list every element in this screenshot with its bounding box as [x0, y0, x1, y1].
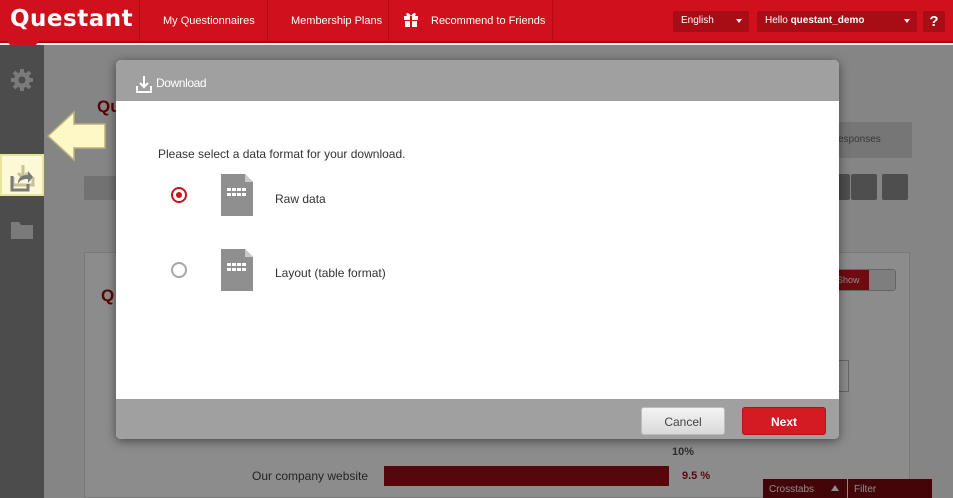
gear-icon[interactable]	[10, 68, 34, 92]
nav-membership-plans[interactable]: Membership Plans	[291, 15, 382, 27]
top-navigation-bar: Questant My Questionnaires Membership Pl…	[0, 0, 953, 50]
dialog-title: Download	[156, 76, 207, 90]
dialog-body: Please select a data format for your dow…	[116, 101, 839, 399]
nav-divider	[388, 0, 389, 43]
language-select[interactable]: English	[673, 11, 749, 32]
gift-icon	[404, 12, 418, 27]
pointer-arrow-icon	[46, 110, 106, 162]
nav-divider	[552, 0, 553, 43]
layout-table-label[interactable]: Layout (table format)	[275, 266, 386, 280]
logo: Questant	[10, 6, 134, 32]
left-sidebar	[0, 45, 44, 498]
dialog-footer: Cancel Next	[116, 399, 839, 439]
logo-area[interactable]: Questant	[0, 0, 133, 50]
user-menu[interactable]: Hello questant_demo	[757, 11, 917, 32]
cancel-button[interactable]: Cancel	[641, 407, 725, 435]
dialog-header: Download	[116, 60, 839, 101]
raw-data-radio[interactable]	[171, 187, 187, 203]
nav-divider	[139, 0, 140, 43]
format-prompt: Please select a data format for your dow…	[158, 147, 406, 161]
spreadsheet-file-icon	[221, 174, 253, 216]
spreadsheet-file-icon	[221, 249, 253, 291]
help-button[interactable]: ?	[923, 11, 945, 32]
chevron-down-icon	[904, 19, 910, 23]
share-icon[interactable]	[10, 168, 34, 192]
chevron-down-icon	[736, 19, 742, 23]
language-value: English	[681, 15, 714, 26]
download-dialog: Download Please select a data format for…	[116, 60, 839, 439]
folder-icon[interactable]	[10, 218, 34, 242]
download-icon	[136, 76, 152, 93]
next-button[interactable]: Next	[742, 407, 826, 435]
nav-my-questionnaires[interactable]: My Questionnaires	[163, 15, 255, 27]
nav-recommend-to-friends[interactable]: Recommend to Friends	[431, 15, 545, 27]
raw-data-label[interactable]: Raw data	[275, 192, 326, 206]
nav-divider	[267, 0, 268, 43]
user-greeting: Hello questant_demo	[765, 15, 865, 26]
layout-table-radio[interactable]	[171, 262, 187, 278]
